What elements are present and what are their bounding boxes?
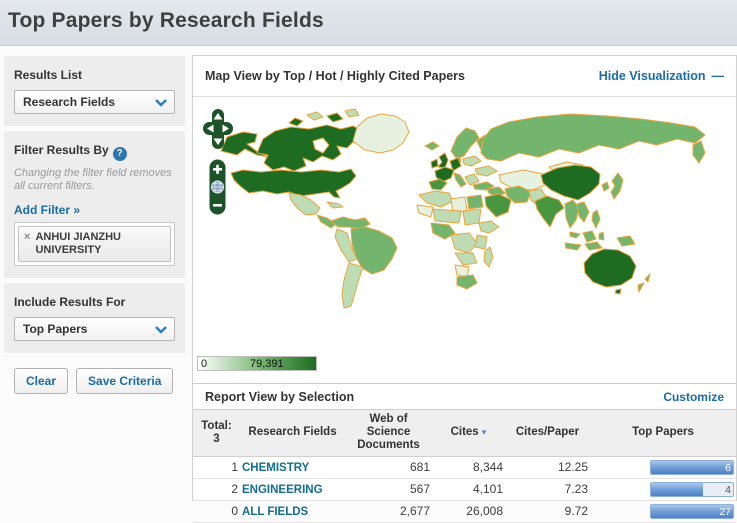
scale-min-label: 0 [201, 358, 208, 370]
row-rank: 2 [193, 478, 240, 501]
filter-tag-label: ANHUI JIANZHU UNIVERSITY [35, 231, 121, 257]
top-papers-value: 4 [725, 483, 731, 496]
map-area: 0 79,391 [193, 97, 736, 383]
filter-tag[interactable]: × ANHUI JIANZHU UNIVERSITY [18, 226, 171, 263]
map-pan-control[interactable] [203, 109, 233, 149]
main-panel: Map View by Top / Hot / Highly Cited Pap… [192, 55, 737, 523]
top-papers-value: 27 [719, 505, 731, 518]
column-wos-documents[interactable]: Web of Science Documents [345, 409, 432, 457]
globe-icon [211, 180, 224, 194]
table-row: 0 ALL FIELDS 2,677 26,008 9.72 27 [193, 500, 736, 523]
row-field: ENGINEERING [240, 478, 345, 501]
row-wos: 2,677 [345, 500, 432, 523]
row-cites: 4,101 [432, 478, 505, 501]
row-top-papers: 6 [590, 456, 736, 479]
field-link[interactable]: ALL FIELDS [242, 506, 308, 518]
sidebar-buttons: Clear Save Criteria [4, 358, 185, 404]
column-top-papers[interactable]: Top Papers [590, 409, 736, 457]
top-papers-value: 6 [725, 461, 731, 474]
scale-max-label: 79,391 [250, 358, 284, 370]
column-research-fields[interactable]: Research Fields [240, 409, 345, 457]
results-list-section: Results List Research Fields [4, 56, 185, 126]
row-field: CHEMISTRY [240, 456, 345, 479]
results-list-label: Results List [14, 68, 83, 82]
row-cpp: 12.25 [505, 456, 590, 479]
top-papers-bar: 6 [650, 459, 734, 475]
row-top-papers: 4 [590, 478, 736, 501]
map-view-header: Map View by Top / Hot / Highly Cited Pap… [193, 56, 736, 97]
save-criteria-button[interactable]: Save Criteria [76, 368, 174, 395]
report-table: Total: 3 Research Fields Web of Science … [193, 409, 736, 523]
field-link[interactable]: ENGINEERING [242, 484, 323, 496]
results-list-selected: Research Fields [23, 95, 116, 109]
page-header: Top Papers by Research Fields [0, 0, 737, 46]
results-list-dropdown[interactable]: Research Fields [14, 90, 175, 114]
row-wos: 567 [345, 478, 432, 501]
row-rank: 1 [193, 456, 240, 479]
report-view-title: Report View by Selection [205, 389, 355, 404]
filter-note: Changing the filter field removes all cu… [14, 166, 172, 193]
add-filter-link[interactable]: Add Filter » [14, 203, 80, 217]
table-row: 1 CHEMISTRY 681 8,344 12.25 6 [193, 456, 736, 479]
world-map-choropleth[interactable] [193, 101, 735, 353]
column-cites-per-paper[interactable]: Cites/Paper [505, 409, 590, 457]
customize-link[interactable]: Customize [663, 390, 724, 404]
map-color-scale: 0 79,391 [197, 356, 317, 371]
row-cpp: 9.72 [505, 500, 590, 523]
row-cites: 8,344 [432, 456, 505, 479]
map-controls [203, 109, 237, 220]
map-view-title: Map View by Top / Hot / Highly Cited Pap… [205, 69, 465, 83]
zoom-out-icon [213, 204, 222, 207]
active-filter-list: × ANHUI JIANZHU UNIVERSITY [14, 222, 175, 267]
row-wos: 681 [345, 456, 432, 479]
collapse-icon[interactable]: — [712, 69, 725, 83]
chevron-down-icon [155, 325, 167, 334]
row-rank: 0 [193, 500, 240, 523]
include-results-section: Include Results For Top Papers [4, 283, 185, 354]
close-icon[interactable]: × [24, 231, 30, 243]
report-view-header: Report View by Selection Customize [193, 383, 736, 409]
field-link[interactable]: CHEMISTRY [242, 462, 309, 474]
include-results-label: Include Results For [14, 295, 126, 310]
map-zoom-control[interactable] [209, 159, 226, 215]
include-results-selected: Top Papers [23, 322, 88, 337]
filter-section: Filter Results By? Changing the filter f… [4, 131, 185, 279]
chevron-down-icon [155, 98, 167, 107]
total-header: Total: 3 [193, 409, 240, 457]
page-title: Top Papers by Research Fields [8, 9, 324, 32]
row-cites: 26,008 [432, 500, 505, 523]
row-field: ALL FIELDS [240, 500, 345, 523]
sort-desc-icon: ▾ [481, 427, 487, 438]
total-count: 3 [213, 432, 220, 445]
map-regions[interactable] [220, 108, 706, 309]
table-row: 2 ENGINEERING 567 4,101 7.23 4 [193, 478, 736, 501]
hide-visualization-link[interactable]: Hide Visualization — [599, 69, 724, 83]
sidebar: Results List Research Fields Filter Resu… [4, 56, 185, 404]
help-icon[interactable]: ? [112, 146, 127, 161]
row-cpp: 7.23 [505, 478, 590, 501]
filter-heading: Filter Results By? [14, 143, 175, 161]
include-results-dropdown[interactable]: Top Papers [14, 317, 175, 342]
column-cites[interactable]: Cites ▾ [432, 409, 505, 457]
top-papers-bar: 4 [650, 481, 734, 497]
clear-button[interactable]: Clear [14, 368, 69, 395]
top-papers-bar: 27 [650, 503, 734, 519]
table-header-row: Total: 3 Research Fields Web of Science … [193, 409, 736, 457]
row-top-papers: 27 [590, 500, 736, 523]
